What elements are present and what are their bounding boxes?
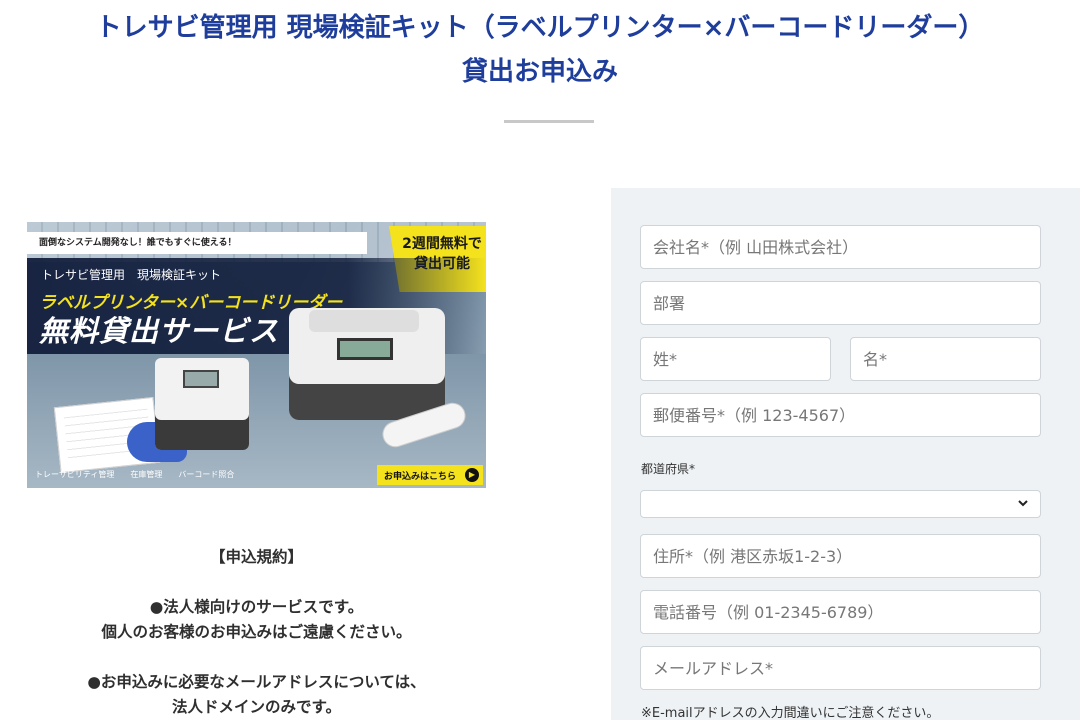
free-badge-line1: 2週間無料で	[402, 236, 482, 252]
department-input[interactable]	[640, 281, 1041, 325]
printer-screen	[337, 338, 393, 360]
chevron-down-icon	[1018, 500, 1028, 507]
printer-screen	[183, 370, 219, 388]
email-input[interactable]	[640, 646, 1041, 690]
first-name-input[interactable]	[850, 337, 1041, 381]
page-title: トレサビ管理用 現場検証キット（ラベルプリンター×バーコードリーダー）	[95, 13, 985, 43]
large-label-printer-image	[289, 308, 445, 420]
printer-lid	[309, 310, 419, 332]
prefecture-label: 都道府県*	[641, 462, 696, 476]
company-name-input[interactable]	[640, 225, 1041, 269]
terms-p1-line2: 個人のお客様のお申込みはご遠慮ください。	[101, 623, 412, 641]
prefecture-select[interactable]	[640, 490, 1041, 518]
last-name-input[interactable]	[640, 337, 831, 381]
banner-top-strip-text: 面倒なシステム開発なし！誰でもすぐに使える！	[39, 238, 237, 248]
banner-feature-tags: トレーサビリティ管理 在庫管理 バーコード照合	[35, 470, 235, 479]
terms-heading: 【申込規約】	[209, 548, 303, 566]
terms-p1-line1: ●法人様向けのサービスです。	[149, 598, 364, 616]
banner-kit-label: トレサビ管理用 現場検証キット	[41, 268, 222, 282]
banner-cta-label[interactable]: お申込みはこちら	[384, 469, 456, 482]
postal-code-input[interactable]	[640, 393, 1041, 437]
terms-section: 【申込規約】 ●法人様向けのサービスです。 個人のお客様のお申込みはご遠慮くださ…	[27, 545, 486, 720]
email-note: ※E-mailアドレスの入力間違いにご注意ください。	[641, 706, 940, 720]
banner-service-line: 無料貸出サービス	[39, 314, 280, 348]
address-input[interactable]	[640, 534, 1041, 578]
phone-input[interactable]	[640, 590, 1041, 634]
terms-p2-line1: ●お申込みに必要なメールアドレスについては、	[87, 673, 426, 691]
play-arrow-icon[interactable]: ▶	[465, 468, 479, 482]
page-subtitle: 貸出お申込み	[461, 57, 618, 87]
promo-banner[interactable]: 面倒なシステム開発なし！誰でもすぐに使える！ 2週間無料で 貸出可能 トレサビ管…	[27, 222, 486, 488]
terms-p2-line2: 法人ドメインのみです。	[172, 698, 341, 716]
title-divider	[504, 120, 594, 123]
small-label-printer-image	[155, 358, 249, 450]
